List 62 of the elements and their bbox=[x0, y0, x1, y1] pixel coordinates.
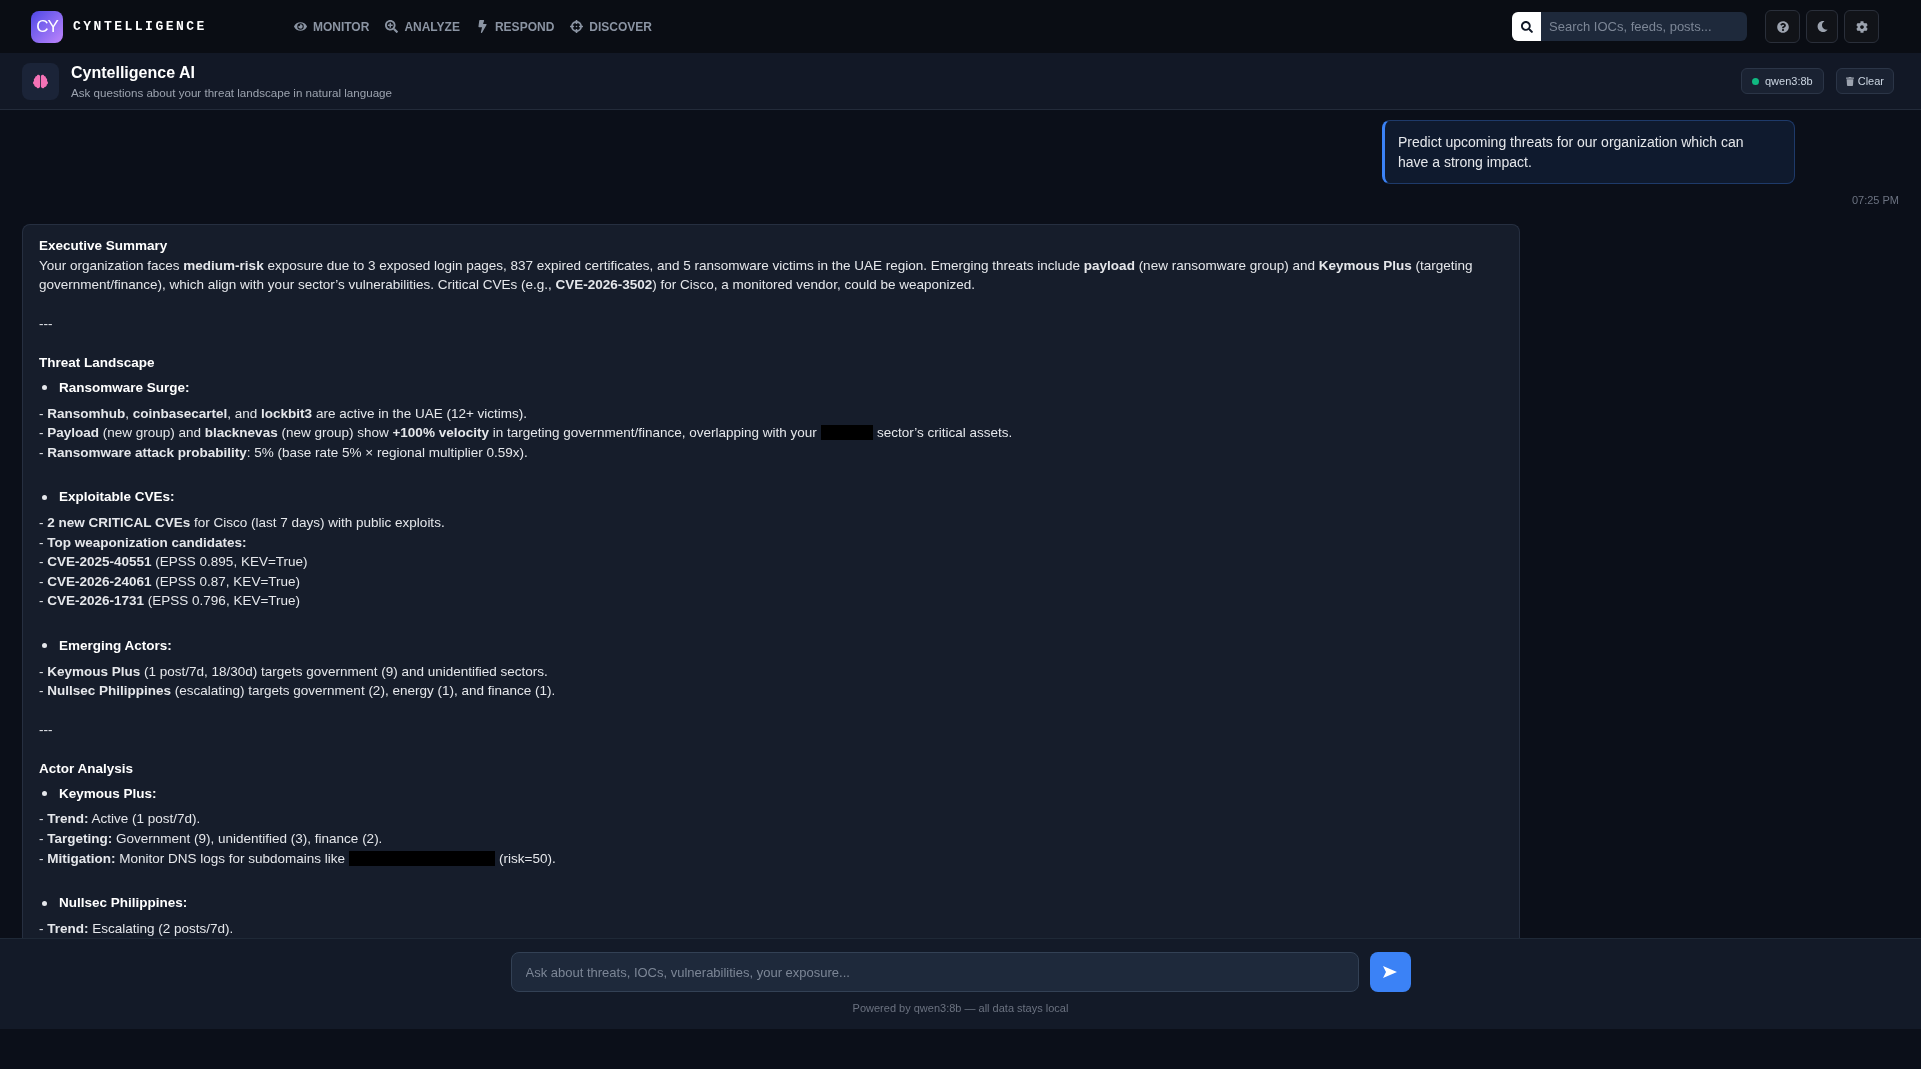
response-line: - 2 new CRITICAL CVEs for Cisco (last 7 days) with public exploits. bbox=[39, 513, 446, 532]
crosshair-icon bbox=[570, 20, 584, 33]
zoom-in-icon bbox=[385, 20, 399, 33]
assistant-title: Cyntelligence AI bbox=[71, 62, 196, 83]
assistant-subtitle: Ask questions about your threat landscape in natural language bbox=[71, 84, 392, 100]
user-message-bubble: Predict upcoming threats for our organization which can have a strong impact. bbox=[1382, 120, 1795, 184]
bullet-title: Nullsec Philippines: bbox=[59, 894, 188, 913]
trash-icon bbox=[1845, 76, 1854, 86]
help-button[interactable] bbox=[1765, 10, 1800, 43]
moon-icon bbox=[1816, 21, 1828, 32]
clear-button[interactable]: Clear bbox=[1835, 68, 1894, 94]
response-line: - Mitigation: Monitor DNS logs for subdomains like bbox=[39, 849, 346, 868]
separator-text: --- bbox=[39, 314, 53, 333]
nav-link[interactable]: MONITOR bbox=[293, 17, 370, 36]
nav-link[interactable]: RESPOND bbox=[475, 17, 555, 36]
bullet-title: Exploitable CVEs: bbox=[59, 488, 175, 507]
response-line: - CVE-2026-24061 (EPSS 0.87, KEV=True) bbox=[39, 572, 302, 591]
summary-paragraph: Your organization faces medium-risk exposure due to 3 exposed login pages, 837 expired certificates, and 5 ransomware victims in the UAE region. Emerging threats include payload (new ransomware group) and Keymous Plus (targeting government/finance), which align with your sector’s vulnerabilities. Critical CVEs (e.g., CVE-2026-3502) for Cisco, a monitored vendor, could be weaponized. bbox=[39, 256, 1474, 295]
lightning-icon bbox=[475, 20, 489, 33]
send-button[interactable] bbox=[1369, 952, 1411, 992]
response-line: - Ransomhub, coinbasecartel, and lockbit3 are active in the UAE (12+ victims). bbox=[39, 404, 529, 423]
brain-icon bbox=[22, 62, 59, 100]
model-name: qwen3:8b bbox=[1765, 73, 1813, 89]
bullet-icon bbox=[42, 643, 47, 649]
search-field[interactable]: Search IOCs, feeds, posts... bbox=[1541, 12, 1747, 41]
response-line: - CVE-2025-40551 (EPSS 0.895, KEV=True) bbox=[39, 553, 309, 572]
section-heading: Actor Analysis bbox=[39, 760, 135, 779]
response-line: (risk=50). bbox=[499, 849, 556, 868]
app-logo: CY bbox=[31, 10, 63, 43]
separator-text: --- bbox=[39, 720, 53, 739]
settings-button[interactable] bbox=[1844, 10, 1879, 43]
chat-input-field[interactable]: Ask about threats, IOCs, vulnerabilities, your exposure... bbox=[510, 952, 1359, 992]
response-line: sector’s critical assets. bbox=[876, 424, 1013, 443]
powered-by-note: Powered by qwen3:8b — all data stays local bbox=[852, 1001, 1069, 1016]
response-line: - Targeting: Government (9), unidentified (3), finance (2). bbox=[39, 830, 384, 849]
brand-name: CYNTELLIGENCE bbox=[73, 17, 207, 36]
section-heading: Threat Landscape bbox=[39, 354, 156, 373]
message-time: 07:25 PM bbox=[1851, 193, 1899, 208]
response-line: - CVE-2026-1731 (EPSS 0.796, KEV=True) bbox=[39, 592, 302, 611]
response-line: - Ransomware attack probability: 5% (base rate 5% × regional multiplier 0.59x). bbox=[39, 443, 529, 462]
nav-link[interactable]: ANALYZE bbox=[385, 17, 460, 36]
help-icon bbox=[1776, 20, 1789, 33]
section-heading: Executive Summary bbox=[39, 237, 169, 255]
response-line: - Keymous Plus (1 post/7d, 18/30d) targets government (9) and unidentified sectors. bbox=[39, 662, 549, 681]
response-line: - Trend: Active (1 post/7d). bbox=[39, 810, 202, 829]
bullet-title: Emerging Actors: bbox=[59, 636, 172, 655]
search-icon bbox=[1512, 12, 1541, 41]
send-icon bbox=[1383, 966, 1397, 978]
bullet-icon bbox=[42, 791, 47, 797]
bullet-icon bbox=[42, 900, 47, 906]
response-line: - Payload (new group) and blacknevas (new group) show +100% velocity in targeting government/finance, overlapping with your bbox=[39, 424, 817, 443]
nav-link[interactable]: DISCOVER bbox=[570, 17, 652, 36]
bullet-title: Ransomware Surge: bbox=[59, 378, 190, 397]
response-line: - Nullsec Philippines (escalating) targets government (2), energy (1), and finance (1). bbox=[39, 682, 557, 701]
response-line: - Top weaponization candidates: bbox=[39, 533, 248, 552]
settings-icon bbox=[1855, 20, 1868, 33]
theme-toggle-button[interactable] bbox=[1806, 10, 1838, 43]
response-line: - Trend: Escalating (2 posts/7d). bbox=[39, 919, 235, 938]
bullet-title: Keymous Plus: bbox=[59, 784, 157, 803]
bullet-icon bbox=[42, 494, 47, 500]
bullet-icon bbox=[42, 385, 47, 391]
eye-icon bbox=[293, 20, 307, 33]
